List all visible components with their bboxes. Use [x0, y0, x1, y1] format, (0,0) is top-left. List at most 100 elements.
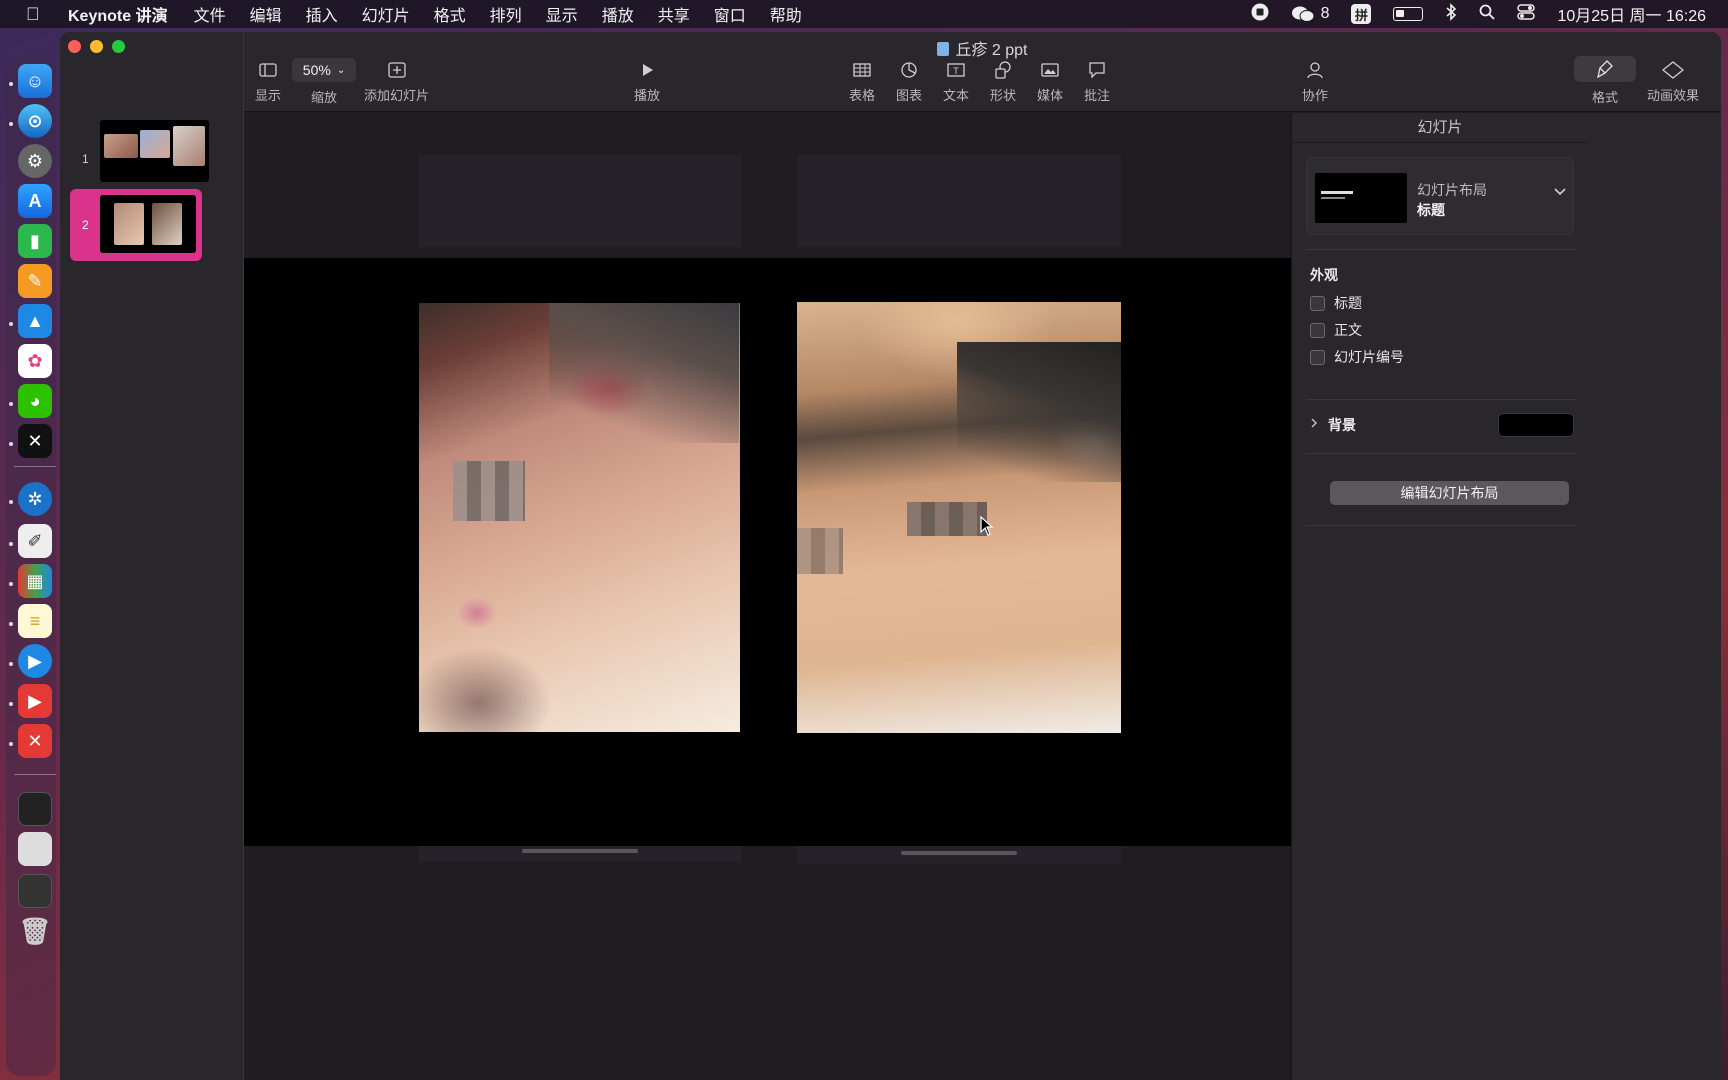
menu-app-name[interactable]: Keynote 讲演 [68, 2, 168, 26]
dock: ☺ ⊙ ⚙ A ▮ ✎ ▲ ✿ ◕ ✕ ✲ ✐ ▦ ≡ ▶ ▶ ✕ 🗑 [6, 56, 56, 1076]
slide-thumbnail-2[interactable] [100, 195, 196, 253]
chart-label: 图表 [896, 88, 923, 103]
comment-label: 批注 [1084, 88, 1111, 103]
animate-button[interactable]: 动画效果 [1647, 60, 1699, 104]
background-label: 背景 [1328, 417, 1356, 433]
notes-icon[interactable]: ≡ [18, 604, 52, 638]
acne-photo-side-face[interactable] [419, 303, 740, 732]
table-button[interactable]: 表格 [849, 60, 875, 104]
wechat-icon[interactable]: ◕ [18, 384, 52, 418]
app-store-icon[interactable]: A [18, 184, 52, 218]
collaborate-button[interactable]: 协作 [1302, 60, 1328, 104]
mouse-cursor-icon [980, 515, 994, 541]
view-button[interactable]: 显示 [255, 60, 281, 104]
running-indicator [9, 402, 13, 406]
previous-slide-ghost [419, 155, 741, 247]
add-slide-icon [387, 60, 406, 80]
close-window-button[interactable] [68, 40, 81, 53]
recent-folder-icon[interactable] [18, 874, 52, 908]
layout-thumbnail [1315, 173, 1407, 223]
title-checkbox[interactable] [1310, 295, 1325, 311]
background-color-well[interactable] [1498, 413, 1574, 437]
numbers-icon[interactable]: ▮ [18, 224, 52, 258]
scroll-indicator[interactable] [901, 851, 1017, 855]
table-label: 表格 [849, 88, 876, 103]
body-checkbox[interactable] [1310, 322, 1325, 338]
comment-button[interactable]: 批注 [1084, 60, 1110, 104]
control-center-icon[interactable] [1517, 3, 1536, 25]
menu-help[interactable]: 帮助 [770, 2, 802, 26]
slide-layout-picker[interactable]: 幻灯片布局 标题 [1306, 157, 1574, 235]
scroll-indicator[interactable] [522, 849, 638, 853]
collaborate-icon [1305, 60, 1325, 80]
collaborate-label: 协作 [1302, 88, 1329, 103]
acne-photo-front-face[interactable] [797, 302, 1121, 733]
title-checkbox-row[interactable]: 标题 [1310, 293, 1362, 313]
table-icon [853, 60, 871, 80]
slide-thumbnail-1[interactable] [100, 120, 209, 182]
format-button[interactable]: 格式 [1574, 56, 1636, 106]
office-icon[interactable]: ✕ [18, 724, 52, 758]
text-label: 文本 [943, 88, 970, 103]
window-title: 丘疹 2 ppt [244, 36, 1721, 60]
menu-edit[interactable]: 编辑 [250, 2, 282, 26]
body-checkbox-row[interactable]: 正文 [1310, 320, 1362, 340]
zoom-dropdown[interactable]: 50% ⌄ [292, 58, 356, 82]
pdf-reader-icon[interactable]: ▶ [18, 684, 52, 718]
slide-number-checkbox-row[interactable]: 幻灯片编号 [1310, 347, 1404, 367]
view-label: 显示 [255, 88, 282, 103]
system-settings-icon[interactable]: ⚙ [18, 144, 52, 178]
chevron-down-icon[interactable] [1553, 184, 1567, 202]
text-button[interactable]: T 文本 [943, 60, 969, 104]
edit-slide-layout-button[interactable]: 编辑幻灯片布局 [1330, 481, 1569, 505]
keynote-icon[interactable]: ▲ [18, 304, 52, 338]
video-app-icon[interactable]: ✲ [18, 482, 52, 516]
safari-icon[interactable]: ⊙ [18, 104, 52, 138]
menu-share[interactable]: 共享 [658, 2, 690, 26]
background-disclosure[interactable]: 背景 [1310, 415, 1356, 435]
play-button[interactable]: 播放 [634, 60, 660, 104]
menu-window[interactable]: 窗口 [714, 2, 746, 26]
format-label: 格式 [1591, 90, 1618, 105]
menu-file[interactable]: 文件 [194, 2, 226, 26]
divider [1306, 453, 1576, 454]
apple-menu-icon[interactable]:  [26, 4, 46, 25]
pages-icon[interactable]: ✎ [18, 264, 52, 298]
capcut-icon[interactable]: ✕ [18, 424, 52, 458]
recent-document-icon[interactable] [18, 832, 52, 866]
menu-insert[interactable]: 插入 [306, 2, 338, 26]
menu-arrange[interactable]: 排列 [490, 2, 522, 26]
slide-canvas[interactable] [244, 113, 1291, 1080]
zoom-control[interactable]: 50% ⌄ 缩放 [292, 58, 356, 106]
running-indicator [9, 622, 13, 626]
menu-slide[interactable]: 幻灯片 [362, 2, 410, 26]
animate-diamond-icon [1662, 60, 1684, 80]
input-method-icon[interactable]: 拼 [1351, 4, 1372, 24]
minimize-window-button[interactable] [90, 40, 103, 53]
recent-window-thumb-icon[interactable] [18, 792, 52, 826]
battery-icon[interactable] [1393, 7, 1424, 21]
photos-icon[interactable]: ✿ [18, 344, 52, 378]
current-slide[interactable] [244, 258, 1291, 846]
script-editor-icon[interactable]: ✐ [18, 524, 52, 558]
screen-record-icon[interactable] [1251, 3, 1269, 26]
archiver-icon[interactable]: ▦ [18, 564, 52, 598]
spotlight-search-icon[interactable] [1479, 4, 1496, 25]
shape-button[interactable]: 形状 [990, 60, 1016, 104]
trash-icon[interactable]: 🗑 [18, 914, 52, 948]
chart-button[interactable]: 图表 [896, 60, 922, 104]
menu-clock[interactable]: 10月25日 周一 16:26 [1557, 2, 1706, 26]
svg-text:T: T [953, 66, 959, 76]
media-button[interactable]: 媒体 [1037, 60, 1063, 104]
menu-format[interactable]: 格式 [434, 2, 466, 26]
player-icon[interactable]: ▶ [18, 644, 52, 678]
bluetooth-icon[interactable] [1445, 2, 1457, 26]
shape-icon [994, 60, 1012, 80]
wechat-status-icon[interactable]: 8 [1291, 5, 1329, 23]
add-slide-button[interactable]: 添加幻灯片 [364, 60, 429, 104]
slide-number-checkbox[interactable] [1310, 349, 1325, 365]
zoom-window-button[interactable] [112, 40, 125, 53]
menu-play[interactable]: 播放 [602, 2, 634, 26]
finder-icon[interactable]: ☺ [18, 64, 52, 98]
menu-view[interactable]: 显示 [546, 2, 578, 26]
